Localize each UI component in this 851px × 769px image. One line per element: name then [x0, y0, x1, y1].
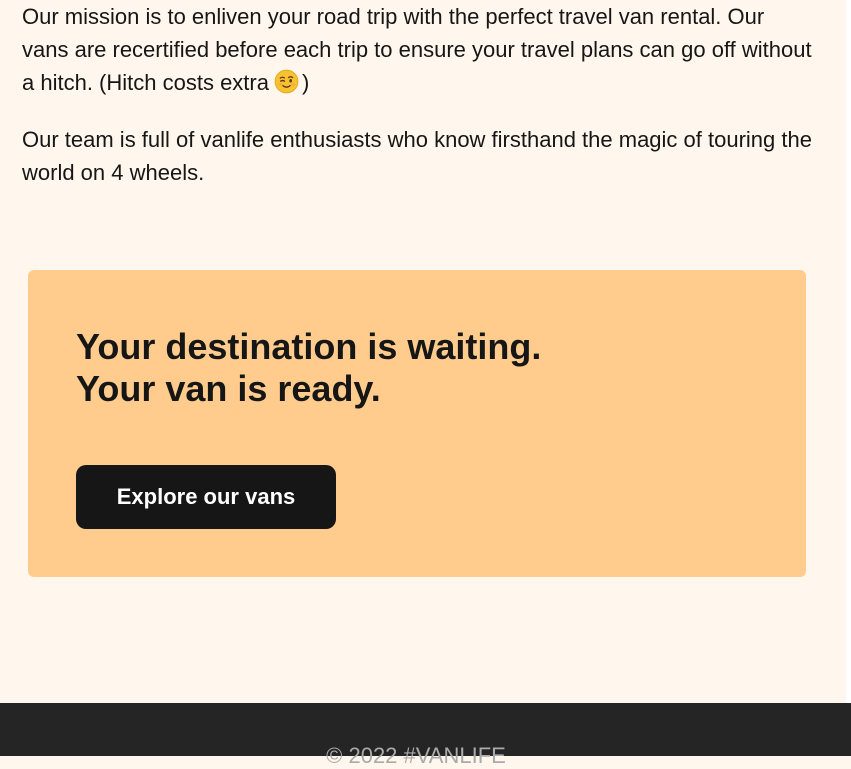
site-footer: © 2022 #VANLIFE — [0, 703, 851, 768]
explore-vans-button[interactable]: Explore our vans — [76, 465, 336, 529]
about-page-content: Our mission is to enliven your road trip… — [0, 0, 846, 703]
mission-paragraph: Our mission is to enliven your road trip… — [22, 0, 812, 99]
cta-heading-line-2: Your van is ready. — [76, 368, 381, 409]
footer-copyright: © 2022 #VANLIFE — [326, 743, 506, 768]
team-paragraph: Our team is full of vanlife enthusiasts … — [22, 127, 812, 185]
call-to-action-banner: Your destination is waiting. Your van is… — [28, 270, 806, 577]
wink-emoji-icon — [274, 69, 299, 94]
scrollbar-gutter — [846, 0, 851, 703]
cta-heading-line-1: Your destination is waiting. — [76, 326, 542, 367]
mission-close-paren: ) — [301, 70, 310, 95]
mission-text: Our mission is to enliven your road trip… — [22, 4, 812, 95]
cta-heading: Your destination is waiting. Your van is… — [76, 326, 541, 410]
